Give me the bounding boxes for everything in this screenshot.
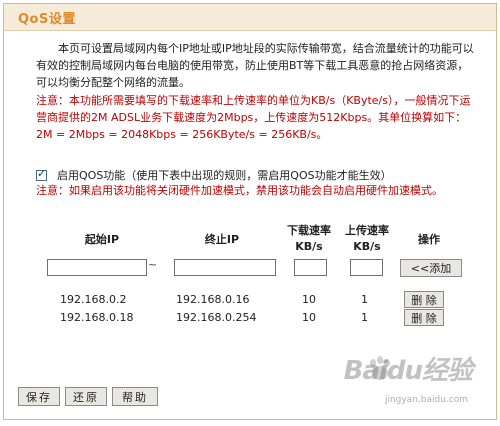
row1-end-ip: 192.168.0.16: [176, 293, 250, 306]
header-down-unit: KB/s: [295, 240, 323, 253]
qos-settings-panel: QoS设置 本页可设置局域网内每个IP地址或IP地址段的实际传输带宽，结合流量统…: [3, 3, 497, 420]
up-rate-input[interactable]: [350, 259, 383, 276]
restore-button[interactable]: 还原: [65, 387, 107, 406]
hardware-accel-note: 注意：如果启用该功能将关闭硬件加速模式，禁用该功能会自动启用硬件加速模式。: [36, 184, 443, 197]
help-button[interactable]: 帮助: [112, 387, 158, 406]
row2-start-ip: 192.168.0.18: [60, 311, 134, 324]
row1-delete-button[interactable]: 删 除: [404, 291, 444, 308]
header-end-ip: 终止IP: [204, 233, 240, 246]
watermark-brand: Baidu经验: [343, 356, 473, 386]
row2-up: 1: [361, 311, 368, 324]
panel-title: QoS设置: [18, 11, 76, 27]
header-up-unit: KB/s: [353, 240, 381, 253]
row1-up: 1: [361, 293, 368, 306]
start-ip-input[interactable]: [47, 259, 147, 276]
enable-qos-checkbox[interactable]: [36, 167, 47, 181]
header-start-ip: 起始IP: [84, 233, 120, 246]
intro-text: 本页可设置局域网内每个IP地址或IP地址段的实际传输带宽，结合流量统计的功能可以…: [36, 42, 474, 89]
title-bar: QoS设置: [4, 4, 496, 31]
end-ip-input[interactable]: [174, 259, 276, 276]
row2-down: 10: [302, 311, 316, 324]
save-button[interactable]: 保存: [18, 387, 60, 406]
range-separator: ~: [148, 258, 158, 271]
header-operation: 操作: [418, 233, 440, 246]
header-up-rate: 上传速率: [345, 224, 389, 237]
row2-delete-button[interactable]: 删 除: [404, 309, 444, 326]
row1-start-ip: 192.168.0.2: [60, 293, 127, 306]
add-rule-button[interactable]: <<添加: [400, 259, 462, 277]
enable-qos-row: 启用QOS功能（使用下表中出现的规则，需启用QOS功能才能生效）: [36, 167, 392, 183]
down-rate-input[interactable]: [294, 259, 327, 276]
header-down-rate: 下载速率: [287, 224, 331, 237]
watermark-site: jingyan.baidu.com: [384, 395, 468, 405]
row2-end-ip: 192.168.0.254: [176, 311, 257, 324]
units-note: 注意：本功能所需要填写的下载速率和上传速率的单位为KB/s（KByte/s），一…: [36, 94, 471, 141]
enable-qos-label: 启用QOS功能（使用下表中出现的规则，需启用QOS功能才能生效）: [57, 169, 392, 182]
row1-down: 10: [302, 293, 316, 306]
